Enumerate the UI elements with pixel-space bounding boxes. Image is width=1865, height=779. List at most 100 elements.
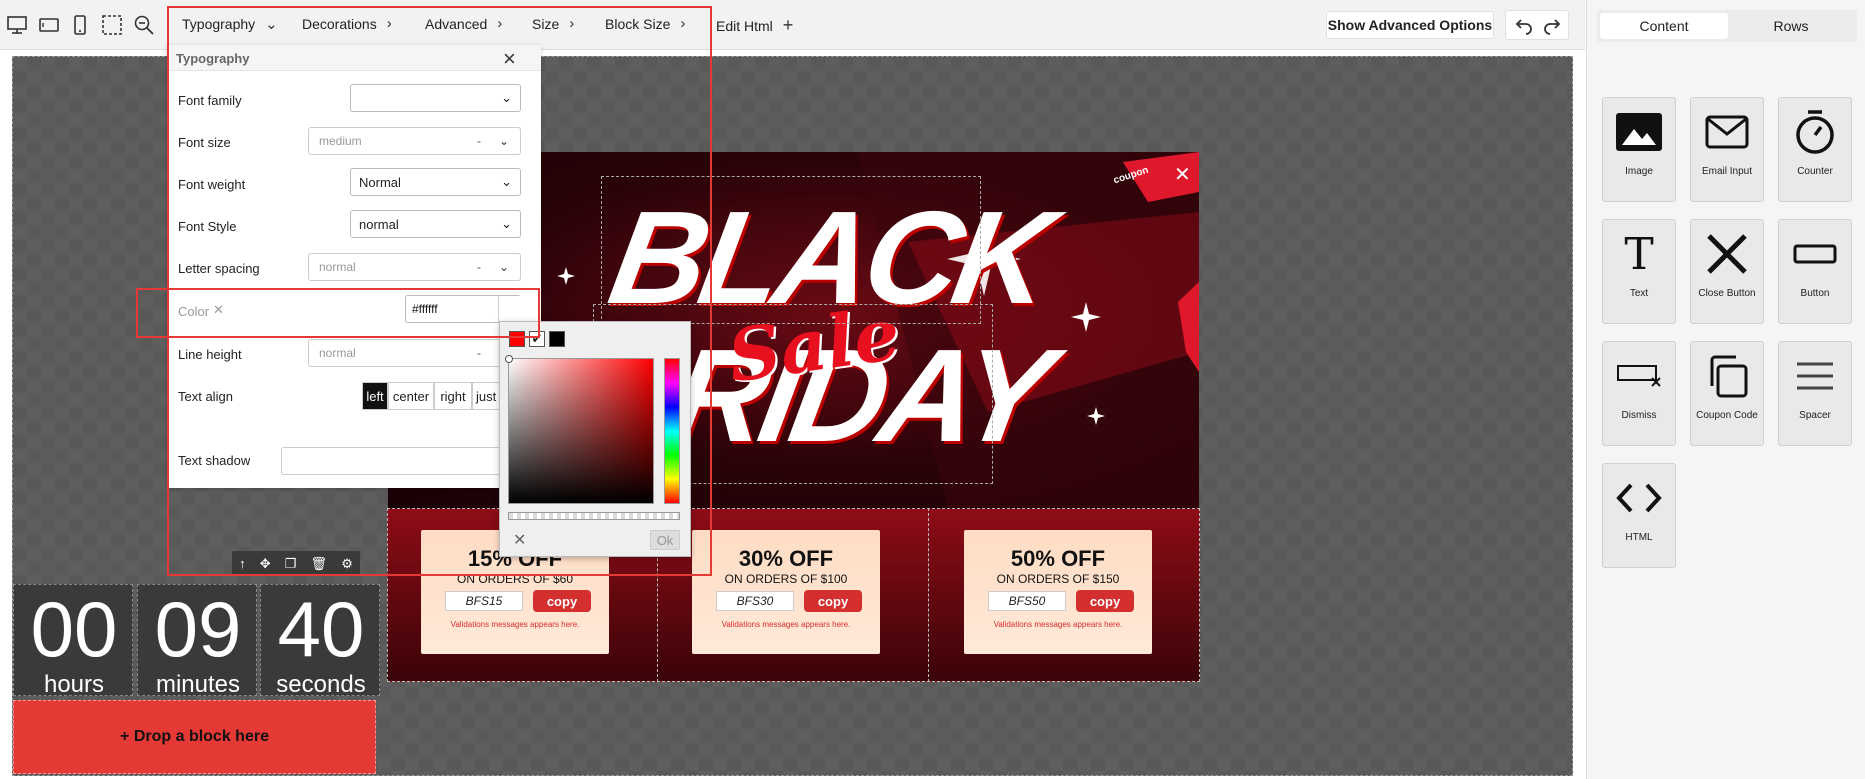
move-up-icon[interactable]: ↑ <box>239 556 246 571</box>
column-divider <box>928 508 929 682</box>
mobile-view-icon[interactable] <box>68 13 92 37</box>
block-dismiss[interactable]: Dismiss <box>1602 341 1676 446</box>
font-family-label: Font family <box>178 93 242 108</box>
align-center-option[interactable]: center <box>388 382 434 410</box>
unit-select[interactable]: - <box>477 260 481 274</box>
panel-title: Typography <box>176 51 250 66</box>
counter-unit: minutes <box>155 671 241 698</box>
coupon-code-field[interactable]: BFS15 <box>445 591 523 611</box>
right-sidebar: Content Rows Image Email Input Counter T… <box>1586 0 1865 779</box>
hue-slider[interactable] <box>664 358 680 504</box>
tab-content[interactable]: Content <box>1600 13 1728 39</box>
font-style-select[interactable]: normal ⌄ <box>350 210 521 238</box>
chevron-down-icon: ⌄ <box>501 216 512 231</box>
sidebar-tabs: Content Rows <box>1597 10 1857 42</box>
coupon-subtitle: ON ORDERS OF $60 <box>456 572 574 586</box>
color-swatch-button[interactable] <box>498 296 521 322</box>
desktop-view-icon[interactable] <box>5 13 29 37</box>
font-weight-label: Font weight <box>178 177 246 192</box>
saturation-handle[interactable] <box>505 355 513 363</box>
menu-decorations[interactable]: Decorations › <box>302 15 392 32</box>
block-text[interactable]: T Text <box>1602 219 1676 324</box>
spacer-icon <box>1797 362 1833 390</box>
block-spacer[interactable]: Spacer <box>1778 341 1852 446</box>
block-close-button[interactable]: Close Button <box>1690 219 1764 324</box>
block-coupon-code[interactable]: Coupon Code <box>1690 341 1764 446</box>
stopwatch-icon <box>1796 110 1834 154</box>
menu-typography[interactable]: Typography ⌄ <box>182 15 278 33</box>
text-align-label: Text align <box>178 389 233 404</box>
swatch-black[interactable] <box>549 331 565 347</box>
menu-advanced[interactable]: Advanced › <box>425 15 502 32</box>
settings-gear-icon[interactable]: ⚙ <box>341 556 353 572</box>
drag-move-icon[interactable]: ✥ <box>260 556 271 572</box>
color-picker-popup: ✔ ✕ Ok <box>499 321 691 557</box>
counter-unit: seconds <box>276 671 366 698</box>
text-icon: T <box>1624 228 1654 280</box>
counter-seconds[interactable]: 40 seconds <box>260 584 380 698</box>
chevron-down-icon[interactable]: ⌄ <box>499 260 509 274</box>
swatch-red[interactable] <box>509 331 525 347</box>
counter-unit: hours <box>43 671 105 698</box>
color-input[interactable]: #ffffff <box>405 295 521 323</box>
clear-color-icon[interactable]: ✕ <box>513 530 526 550</box>
menu-block-size[interactable]: Block Size › <box>605 15 685 32</box>
text-block-outline <box>601 176 981 324</box>
coupon-title: 50% OFF <box>1010 546 1106 571</box>
saturation-area[interactable] <box>508 358 654 504</box>
block-email-input[interactable]: Email Input <box>1690 97 1764 202</box>
duplicate-icon[interactable]: ❐ <box>285 556 297 572</box>
select-area-icon[interactable] <box>100 13 124 37</box>
coupon-card: 30% OFF ON ORDERS OF $100 BFS30 copy Val… <box>692 530 880 654</box>
plus-icon: + <box>782 15 794 35</box>
coupon-subtitle: ON ORDERS OF $150 <box>996 572 1120 586</box>
text-shadow-input[interactable] <box>281 447 521 475</box>
chevron-right-icon: › <box>497 15 503 32</box>
chevron-down-icon: ⌄ <box>501 174 512 189</box>
validation-message: Validations messages appears here. <box>993 620 1123 629</box>
banner-close-icon[interactable]: ✕ <box>1174 162 1191 187</box>
menu-size[interactable]: Size › <box>532 15 574 32</box>
copy-button[interactable]: copy <box>533 590 591 612</box>
counter-value: 40 <box>277 585 365 673</box>
tablet-landscape-icon[interactable] <box>37 13 61 37</box>
unit-select[interactable]: - <box>477 134 481 148</box>
show-advanced-options-button[interactable]: Show Advanced Options <box>1326 11 1494 39</box>
block-image[interactable]: Image <box>1602 97 1676 202</box>
font-size-input[interactable]: medium - ⌄ <box>308 127 521 155</box>
block-counter[interactable]: Counter <box>1778 97 1852 202</box>
color-ok-button[interactable]: Ok <box>650 530 680 550</box>
counter-hours[interactable]: 00 hours <box>13 584 133 698</box>
line-height-label: Line height <box>178 347 242 362</box>
line-height-input[interactable]: normal - <box>308 339 521 367</box>
font-weight-select[interactable]: Normal ⌄ <box>350 168 521 196</box>
alpha-slider[interactable] <box>508 512 680 520</box>
menu-edit-html[interactable]: Edit Html + <box>716 15 793 36</box>
chevron-right-icon: › <box>680 15 686 32</box>
font-family-select[interactable]: ⌄ <box>350 84 521 112</box>
align-left-option[interactable]: left <box>362 382 388 410</box>
block-button[interactable]: Button <box>1778 219 1852 324</box>
copy-button[interactable]: copy <box>804 590 862 612</box>
validation-message: Validations messages appears here. <box>450 620 580 629</box>
undo-icon[interactable] <box>1514 15 1534 40</box>
tab-rows[interactable]: Rows <box>1727 13 1855 39</box>
block-html[interactable]: HTML <box>1602 463 1676 568</box>
swatch-white-check-icon[interactable]: ✔ <box>529 331 545 347</box>
clear-color-icon[interactable]: ✕ <box>213 302 224 318</box>
chevron-down-icon[interactable]: ⌄ <box>499 134 509 148</box>
redo-icon[interactable] <box>1542 15 1562 40</box>
copy-button[interactable]: copy <box>1076 590 1134 612</box>
coupon-code-field[interactable]: BFS50 <box>988 591 1066 611</box>
history-controls <box>1505 10 1569 40</box>
align-right-option[interactable]: right <box>434 382 472 410</box>
drop-block-zone[interactable]: + Drop a block here <box>13 700 376 774</box>
code-icon <box>1616 483 1662 513</box>
unit-select[interactable]: - <box>477 346 481 360</box>
zoom-out-icon[interactable] <box>132 13 156 37</box>
counter-minutes[interactable]: 09 minutes <box>137 584 257 698</box>
delete-icon[interactable]: 🗑 <box>311 556 328 572</box>
coupon-code-field[interactable]: BFS30 <box>716 591 794 611</box>
letter-spacing-input[interactable]: normal - ⌄ <box>308 253 521 281</box>
close-icon[interactable]: × <box>503 46 516 72</box>
